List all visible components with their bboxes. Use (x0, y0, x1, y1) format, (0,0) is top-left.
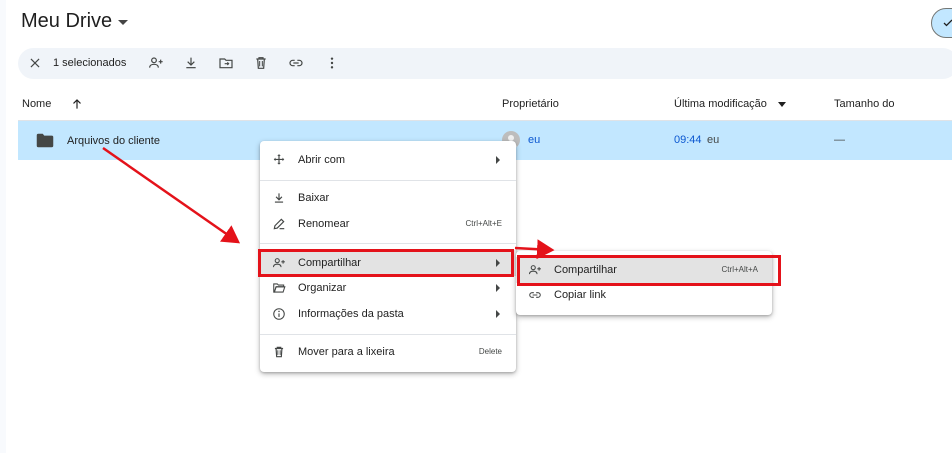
menu-item-rename[interactable]: Renomear Ctrl+Alt+E (260, 211, 516, 237)
annotation-box-share (258, 249, 514, 277)
file-name: Arquivos do cliente (67, 135, 160, 147)
menu-item-download[interactable]: Baixar (260, 185, 516, 211)
view-toggle-button[interactable] (931, 8, 952, 38)
link-icon (527, 287, 543, 303)
open-with-icon (271, 152, 287, 168)
menu-divider (260, 243, 516, 244)
annotation-arrow-to-menu (102, 146, 241, 244)
column-header-name[interactable]: Nome (22, 98, 51, 110)
trash-icon[interactable] (251, 53, 271, 73)
sort-desc-icon[interactable] (778, 102, 786, 107)
menu-divider (260, 334, 516, 335)
menu-label-download: Baixar (298, 192, 330, 204)
annotation-box-submenu-share (517, 255, 781, 286)
link-icon[interactable] (286, 53, 306, 73)
download-icon[interactable] (181, 53, 201, 73)
menu-divider (260, 180, 516, 181)
close-icon[interactable] (25, 53, 45, 73)
trash-shortcut: Delete (478, 347, 502, 356)
column-header-size[interactable]: Tamanho do (834, 98, 895, 110)
caret-down-icon (118, 20, 129, 25)
move-folder-icon[interactable] (216, 53, 236, 73)
column-header-owner[interactable]: Proprietário (502, 98, 559, 110)
trash-icon (271, 344, 287, 360)
modified-time: 09:44 (674, 134, 702, 146)
page-title: Meu Drive (21, 10, 113, 32)
arrow-up-icon[interactable] (70, 97, 84, 116)
info-icon (271, 306, 287, 322)
selection-toolbar: 1 selecionados (18, 48, 952, 79)
download-icon (271, 190, 287, 206)
submenu-arrow-icon (496, 156, 500, 164)
menu-label-rename: Renomear (298, 218, 350, 230)
drive-title-dropdown[interactable]: Meu Drive (21, 10, 129, 33)
rename-shortcut: Ctrl+Alt+E (465, 219, 502, 228)
submenu-arrow-icon (496, 310, 500, 318)
file-size: — (834, 134, 845, 146)
left-edge-panel (0, 0, 6, 453)
submenu-arrow-icon (496, 284, 500, 292)
menu-item-trash[interactable]: Mover para a lixeira Delete (260, 339, 516, 365)
folder-open-icon (271, 280, 287, 296)
menu-label-trash: Mover para a lixeira (298, 346, 395, 358)
annotation-arrow-to-submenu (514, 239, 555, 260)
folder-icon (36, 133, 54, 153)
menu-item-organize[interactable]: Organizar (260, 275, 516, 301)
column-header-modified[interactable]: Última modificação (674, 98, 767, 110)
rename-icon (271, 216, 287, 232)
menu-label-organize: Organizar (298, 282, 347, 294)
add-person-icon[interactable] (146, 53, 166, 73)
menu-item-open-with[interactable]: Abrir com (260, 147, 516, 173)
selection-count: 1 selecionados (53, 57, 127, 69)
modified-by: eu (707, 134, 720, 146)
submenu-label-copy-link: Copiar link (554, 289, 606, 301)
menu-label-folder-info: Informações da pasta (298, 308, 404, 320)
owner-name: eu (528, 134, 541, 146)
check-icon (943, 19, 952, 27)
menu-item-folder-info[interactable]: Informações da pasta (260, 301, 516, 327)
menu-label-open-with: Abrir com (298, 154, 346, 166)
more-vert-icon[interactable] (322, 53, 342, 73)
